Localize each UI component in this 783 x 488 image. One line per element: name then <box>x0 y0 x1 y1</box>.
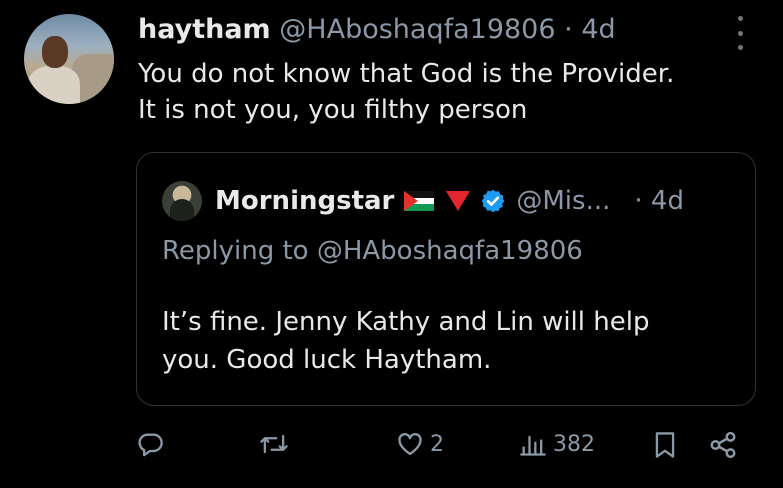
like-count: 2 <box>430 431 444 457</box>
replying-to[interactable]: Replying to @HAboshaqfa19806 <box>162 233 583 269</box>
quoted-post[interactable]: Morningstar @Mis... · 4d Replying to @HA… <box>136 152 756 406</box>
like-button[interactable]: 2 <box>396 430 444 458</box>
quoted-author-name[interactable]: Morningstar <box>215 181 394 221</box>
quoted-time[interactable]: · 4d <box>634 181 684 221</box>
post-header: haytham @HAboshaqfa19806 · 4d <box>138 12 616 48</box>
action-bar: 2 382 <box>0 430 783 466</box>
quoted-text-line: you. Good luck Haytham. <box>162 345 492 375</box>
share-icon <box>710 431 736 459</box>
quoted-header: Morningstar @Mis... · 4d <box>215 181 684 221</box>
repost-icon <box>260 434 288 454</box>
views-count: 382 <box>553 431 595 457</box>
quoted-text-line: It’s fine. Jenny Kathy and Lin will help <box>162 307 650 337</box>
post-time[interactable]: 4d <box>581 14 615 45</box>
bookmark-icon <box>655 432 675 458</box>
reply-button[interactable] <box>136 430 170 458</box>
bookmark-button[interactable] <box>652 430 678 460</box>
palestine-flag-icon <box>404 191 435 211</box>
author-name[interactable]: haytham <box>138 14 271 45</box>
views-button[interactable]: 382 <box>519 430 595 458</box>
share-button[interactable] <box>708 430 738 460</box>
reply-icon <box>138 433 163 457</box>
verified-badge-icon <box>482 189 505 213</box>
post-text-line: It is not you, you filthy person <box>138 95 528 125</box>
separator: · <box>564 14 573 45</box>
quoted-author-handle[interactable]: @Mis... <box>516 181 610 221</box>
like-icon <box>398 433 422 456</box>
post-text: You do not know that God is the Provider… <box>138 56 768 128</box>
red-triangle-icon <box>446 191 471 211</box>
post-author-avatar[interactable] <box>24 14 114 104</box>
repost-button[interactable] <box>258 430 296 458</box>
views-icon <box>520 435 546 456</box>
quoted-author-avatar[interactable] <box>162 181 202 221</box>
more-icon[interactable] <box>730 16 750 50</box>
post-text-line: You do not know that God is the Provider… <box>138 59 675 89</box>
author-handle[interactable]: @HAboshaqfa19806 <box>279 14 555 45</box>
quoted-text: It’s fine. Jenny Kathy and Lin will help… <box>162 303 742 379</box>
